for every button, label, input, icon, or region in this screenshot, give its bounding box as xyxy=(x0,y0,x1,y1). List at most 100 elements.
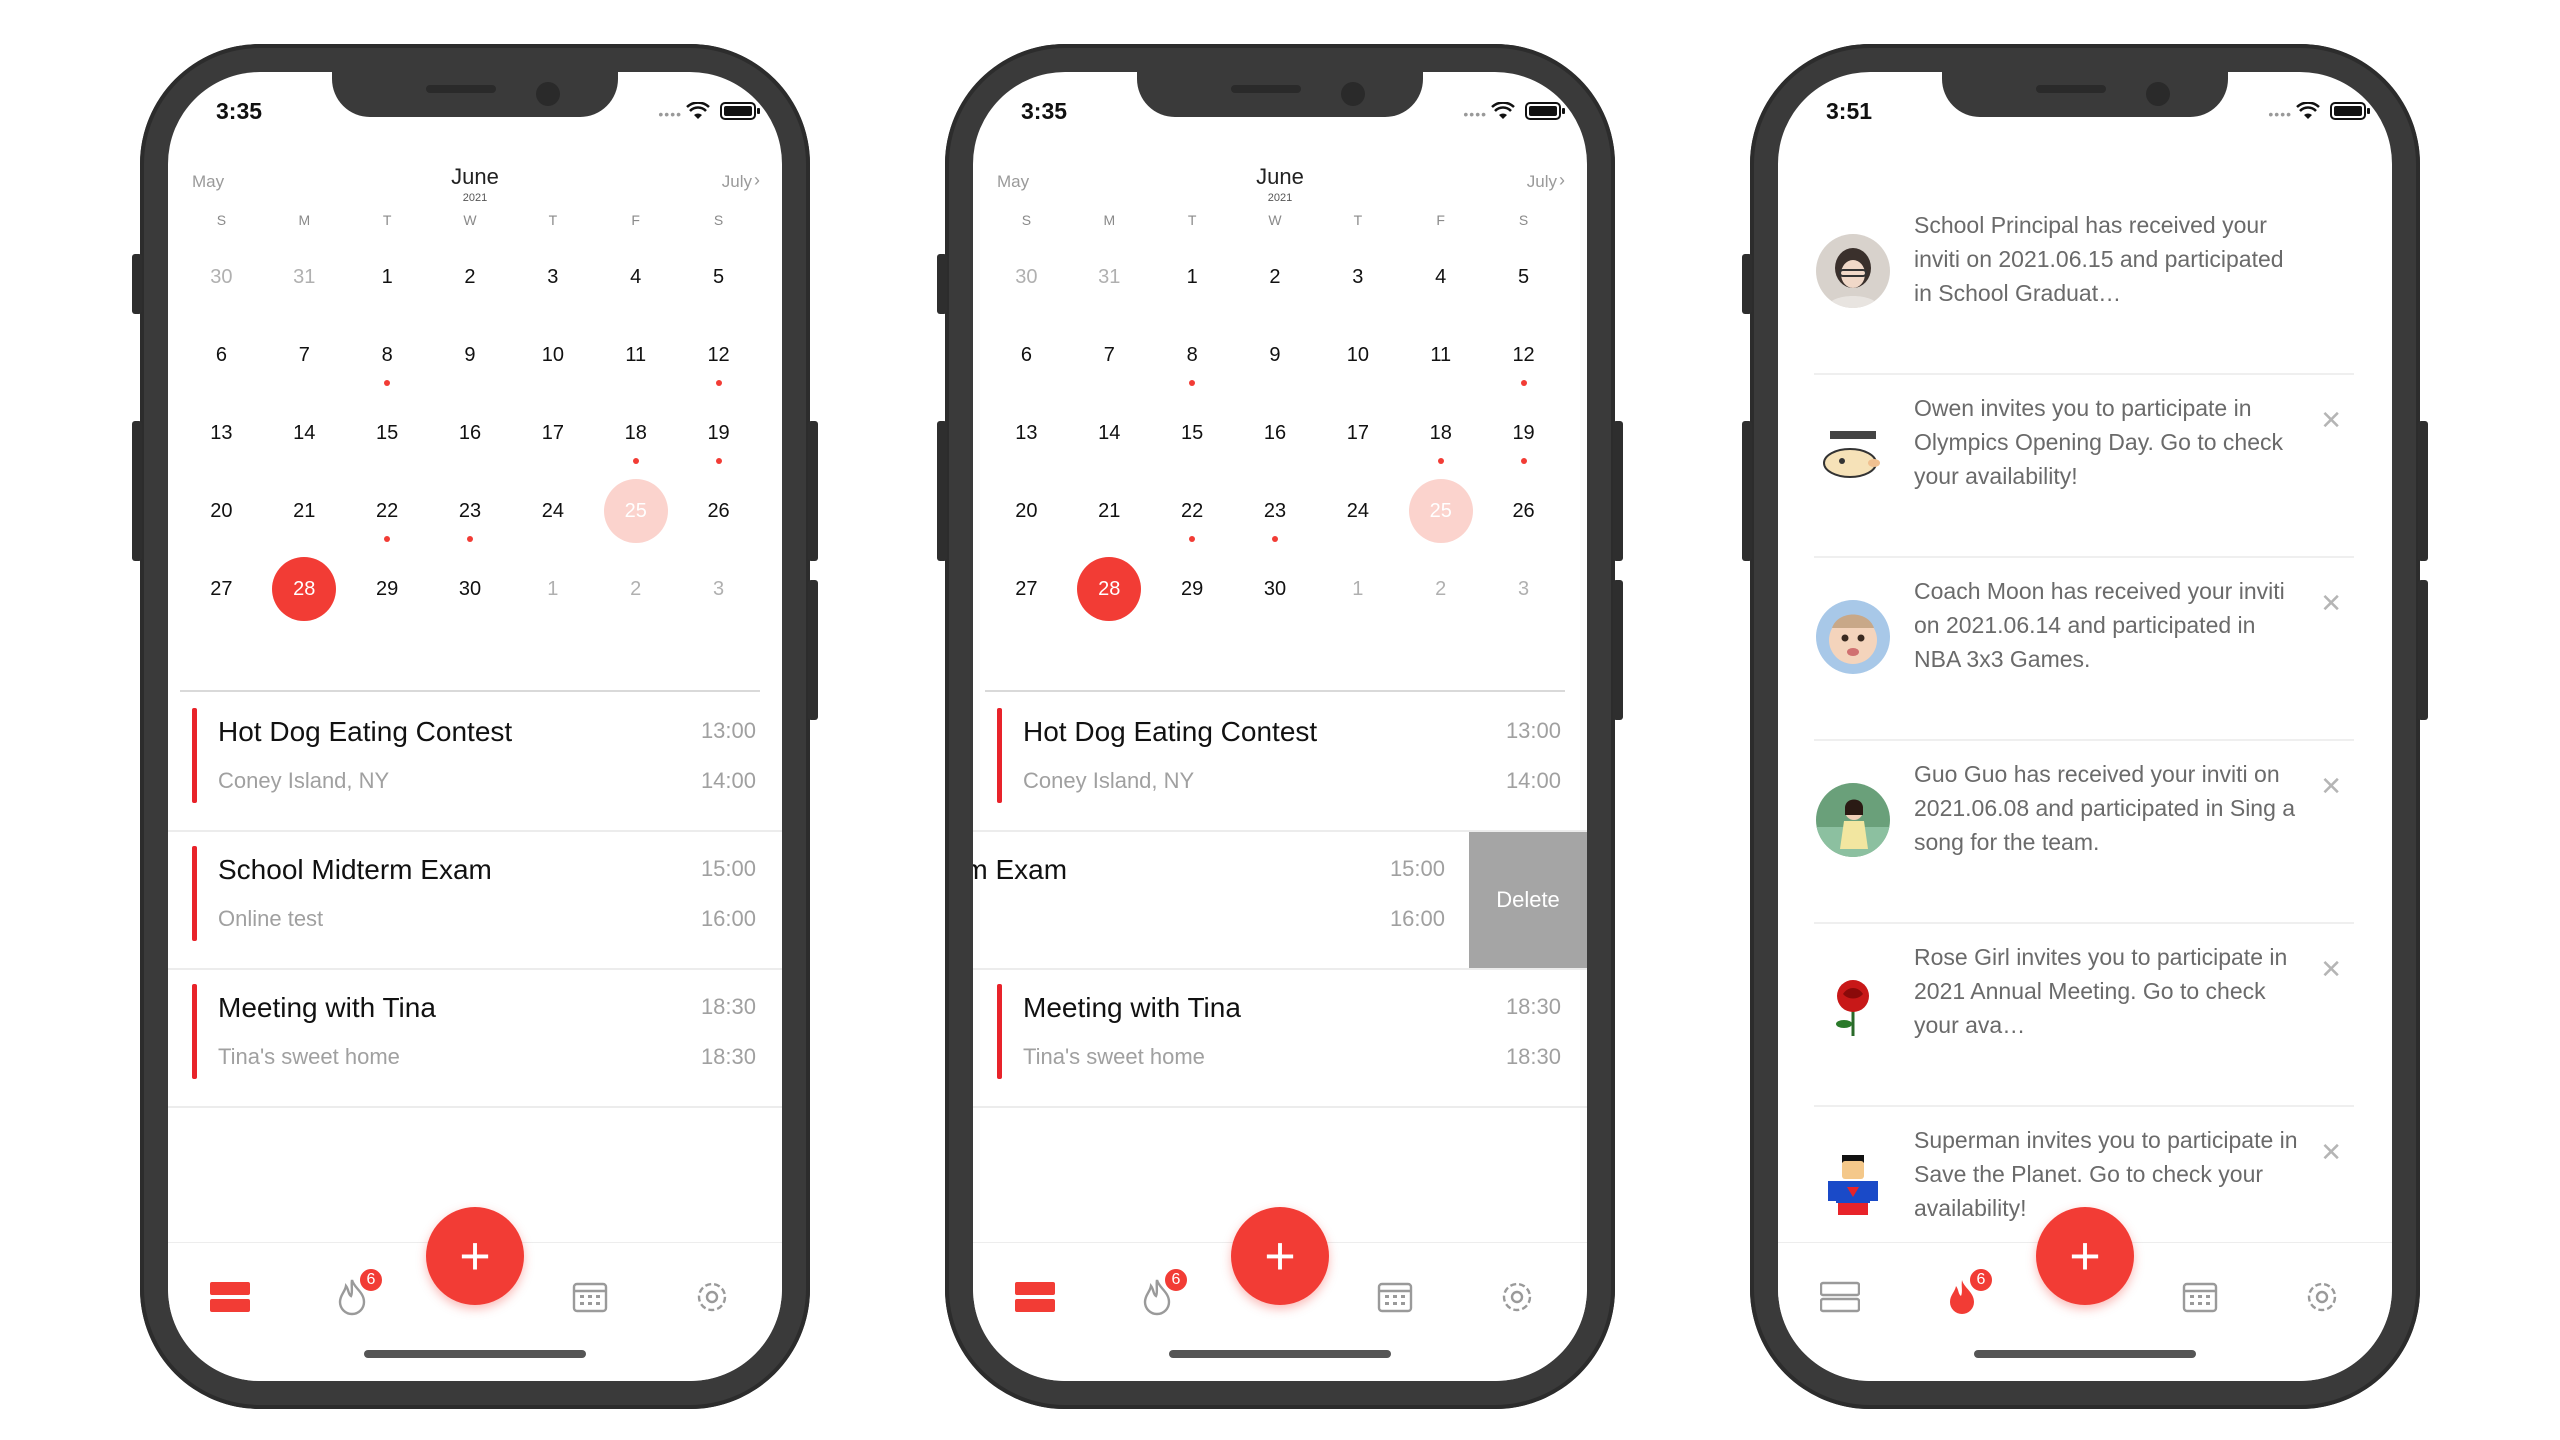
calendar-day[interactable]: 1 xyxy=(511,550,594,628)
tab-calendar[interactable] xyxy=(1371,1277,1419,1317)
close-icon[interactable]: ✕ xyxy=(2320,588,2342,619)
calendar-day[interactable]: 15 xyxy=(1151,394,1234,472)
calendar-day[interactable]: 2 xyxy=(1234,238,1317,316)
calendar-day[interactable]: 24 xyxy=(1316,472,1399,550)
calendar-day[interactable]: 22 xyxy=(1151,472,1234,550)
calendar-day[interactable]: 14 xyxy=(263,394,346,472)
calendar-day[interactable]: 12 xyxy=(1482,316,1565,394)
event-item[interactable]: Hot Dog Eating Contest Coney Island, NY … xyxy=(168,694,782,832)
chevron-right-icon[interactable]: › xyxy=(1559,170,1565,191)
event-item[interactable]: Meeting with Tina Tina's sweet home 18:3… xyxy=(168,970,782,1108)
tab-events[interactable] xyxy=(206,1277,254,1317)
calendar-day[interactable]: 26 xyxy=(1482,472,1565,550)
calendar-day[interactable]: 29 xyxy=(346,550,429,628)
calendar-day[interactable]: 21 xyxy=(263,472,346,550)
event-item[interactable]: School Midterm Exam Online test 15:00 16… xyxy=(168,832,782,970)
calendar-day[interactable]: 23 xyxy=(1234,472,1317,550)
calendar-day[interactable]: 18 xyxy=(1399,394,1482,472)
calendar-day[interactable]: 7 xyxy=(263,316,346,394)
event-item[interactable]: Meeting with Tina Tina's sweet home 18:3… xyxy=(973,970,1587,1108)
calendar-day[interactable]: 27 xyxy=(180,550,263,628)
calendar-day[interactable]: 19 xyxy=(1482,394,1565,472)
close-icon[interactable]: ✕ xyxy=(2320,954,2342,985)
calendar-day[interactable]: 8 xyxy=(1151,316,1234,394)
add-event-button[interactable]: + xyxy=(2036,1207,2134,1305)
calendar-day[interactable]: 22 xyxy=(346,472,429,550)
event-item-swiped[interactable]: ol Midterm Exam test 15:00 16:00 Delete xyxy=(973,832,1587,970)
tab-events[interactable] xyxy=(1816,1277,1864,1317)
calendar-day[interactable]: 27 xyxy=(985,550,1068,628)
calendar-day[interactable]: 2 xyxy=(1399,550,1482,628)
calendar-day[interactable]: 11 xyxy=(594,316,677,394)
tab-calendar[interactable] xyxy=(566,1277,614,1317)
calendar-day[interactable]: 2 xyxy=(594,550,677,628)
tab-settings[interactable] xyxy=(1493,1277,1541,1317)
calendar-day[interactable]: 24 xyxy=(511,472,594,550)
calendar-day-today[interactable]: 28 xyxy=(263,550,346,628)
calendar-day[interactable]: 10 xyxy=(511,316,594,394)
calendar-day[interactable]: 30 xyxy=(180,238,263,316)
calendar-day[interactable]: 5 xyxy=(677,238,760,316)
calendar-day[interactable]: 8 xyxy=(346,316,429,394)
calendar-day[interactable]: 31 xyxy=(263,238,346,316)
next-month-button[interactable]: July xyxy=(722,172,752,192)
calendar-day[interactable]: 3 xyxy=(677,550,760,628)
calendar-day[interactable]: 21 xyxy=(1068,472,1151,550)
notification-item[interactable]: School Principal has received your invit… xyxy=(1814,192,2354,375)
tab-notifications[interactable]: 6 xyxy=(1133,1267,1189,1317)
swiped-content[interactable]: ol Midterm Exam test 15:00 16:00 xyxy=(973,832,1471,968)
calendar-day[interactable]: 13 xyxy=(180,394,263,472)
calendar-day[interactable]: 1 xyxy=(1151,238,1234,316)
calendar-day[interactable]: 7 xyxy=(1068,316,1151,394)
calendar-day[interactable]: 29 xyxy=(1151,550,1234,628)
close-icon[interactable]: ✕ xyxy=(2320,1137,2342,1168)
calendar-day[interactable]: 13 xyxy=(985,394,1068,472)
calendar-day[interactable]: 30 xyxy=(985,238,1068,316)
calendar-day[interactable]: 12 xyxy=(677,316,760,394)
tab-notifications[interactable]: 6 xyxy=(1938,1267,1994,1317)
tab-events[interactable] xyxy=(1011,1277,1059,1317)
calendar-day[interactable]: 17 xyxy=(1316,394,1399,472)
notification-item[interactable]: Owen invites you to participate in Olymp… xyxy=(1814,375,2354,558)
calendar-day-selected[interactable]: 25 xyxy=(1399,472,1482,550)
calendar-day[interactable]: 3 xyxy=(1482,550,1565,628)
close-icon[interactable]: ✕ xyxy=(2320,405,2342,436)
calendar-day[interactable]: 3 xyxy=(511,238,594,316)
calendar-day-today[interactable]: 28 xyxy=(1068,550,1151,628)
notification-item[interactable]: Coach Moon has received your inviti on 2… xyxy=(1814,558,2354,741)
tab-settings[interactable] xyxy=(2298,1277,2346,1317)
calendar-day[interactable]: 5 xyxy=(1482,238,1565,316)
calendar-day[interactable]: 30 xyxy=(429,550,512,628)
calendar-day[interactable]: 19 xyxy=(677,394,760,472)
calendar-day[interactable]: 4 xyxy=(1399,238,1482,316)
calendar-day[interactable]: 18 xyxy=(594,394,677,472)
calendar-day[interactable]: 16 xyxy=(429,394,512,472)
calendar-day[interactable]: 1 xyxy=(346,238,429,316)
calendar-day[interactable]: 2 xyxy=(429,238,512,316)
calendar-day-selected[interactable]: 25 xyxy=(594,472,677,550)
delete-button[interactable]: Delete xyxy=(1469,832,1587,968)
calendar-day[interactable]: 20 xyxy=(985,472,1068,550)
tab-settings[interactable] xyxy=(688,1277,736,1317)
calendar-day[interactable]: 9 xyxy=(429,316,512,394)
calendar-day[interactable]: 26 xyxy=(677,472,760,550)
calendar-day[interactable]: 20 xyxy=(180,472,263,550)
tab-calendar[interactable] xyxy=(2176,1277,2224,1317)
calendar-day[interactable]: 9 xyxy=(1234,316,1317,394)
calendar-day[interactable]: 23 xyxy=(429,472,512,550)
calendar-day[interactable]: 10 xyxy=(1316,316,1399,394)
calendar-day[interactable]: 15 xyxy=(346,394,429,472)
calendar-day[interactable]: 4 xyxy=(594,238,677,316)
calendar-day[interactable]: 14 xyxy=(1068,394,1151,472)
calendar-day[interactable]: 3 xyxy=(1316,238,1399,316)
event-item[interactable]: Hot Dog Eating Contest Coney Island, NY … xyxy=(973,694,1587,832)
notification-item[interactable]: Rose Girl invites you to participate in … xyxy=(1814,924,2354,1107)
calendar-day[interactable]: 6 xyxy=(180,316,263,394)
add-event-button[interactable]: + xyxy=(426,1207,524,1305)
calendar-day[interactable]: 31 xyxy=(1068,238,1151,316)
calendar-day[interactable]: 1 xyxy=(1316,550,1399,628)
calendar-day[interactable]: 17 xyxy=(511,394,594,472)
tab-notifications[interactable]: 6 xyxy=(328,1267,384,1317)
notification-item[interactable]: Guo Guo has received your inviti on 2021… xyxy=(1814,741,2354,924)
calendar-day[interactable]: 30 xyxy=(1234,550,1317,628)
